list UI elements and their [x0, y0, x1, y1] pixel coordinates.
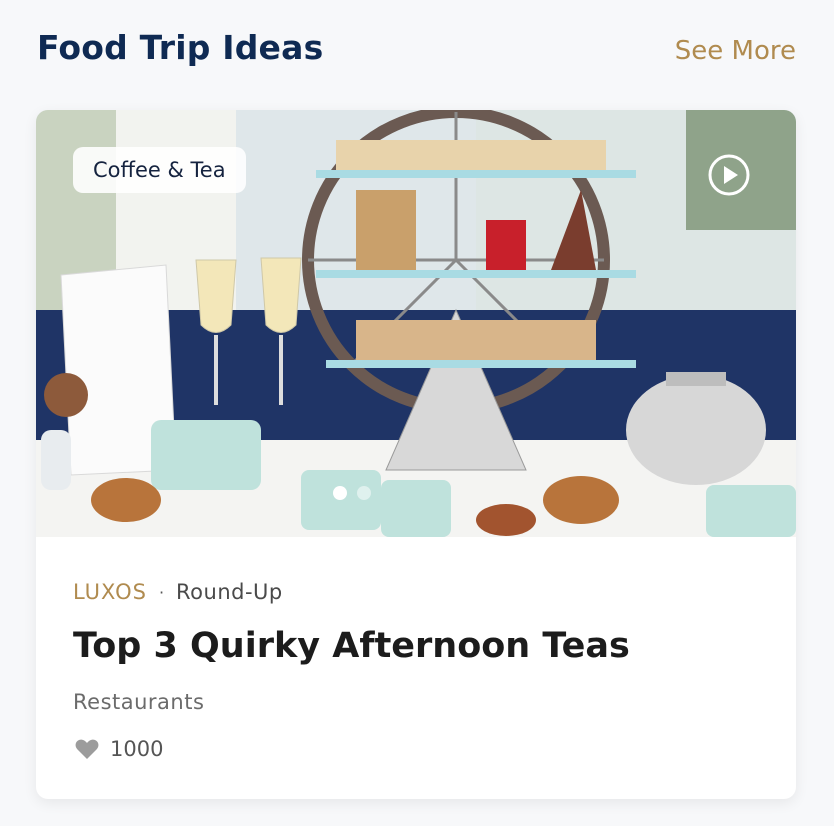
section-title: Food Trip Ideas [37, 28, 324, 67]
article-meta: LUXOS · Round-Up [73, 580, 283, 604]
see-more-link[interactable]: See More [675, 36, 796, 66]
likes: 1000 [74, 737, 163, 761]
carousel-dot[interactable] [357, 486, 371, 500]
article-title[interactable]: Top 3 Quirky Afternoon Teas [73, 626, 630, 666]
card-image[interactable]: Coffee & Tea [36, 110, 796, 537]
like-count: 1000 [110, 737, 164, 761]
category-tag[interactable]: Coffee & Tea [73, 147, 246, 193]
article-card[interactable]: Coffee & Tea LUXOS · Round-Up Top 3 Quir… [36, 110, 796, 799]
article-type: Round-Up [176, 580, 283, 604]
article-subcategory: Restaurants [73, 690, 205, 714]
heart-icon[interactable] [74, 737, 100, 761]
carousel-dot-active[interactable] [333, 486, 347, 500]
meta-separator: · [158, 582, 165, 602]
play-circle-icon[interactable] [707, 153, 751, 197]
source-label[interactable]: LUXOS [73, 580, 147, 604]
carousel-dots [333, 486, 371, 500]
